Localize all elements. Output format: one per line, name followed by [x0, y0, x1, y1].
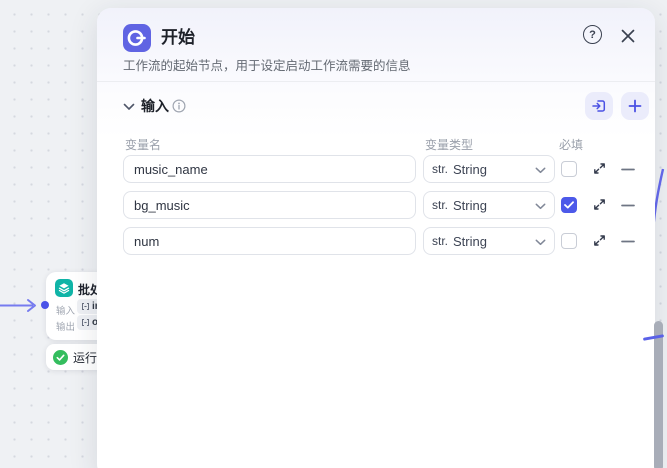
header-divider: [97, 81, 655, 82]
import-icon: [591, 98, 607, 114]
start-node-icon: [123, 24, 151, 52]
success-check-icon: [53, 350, 68, 365]
connection-edge-icon: [0, 296, 46, 316]
input-section-title: 输入: [141, 96, 169, 116]
add-variable-button[interactable]: [621, 92, 649, 120]
variable-name-input[interactable]: [123, 227, 416, 255]
required-checkbox[interactable]: [561, 197, 577, 213]
variable-type-select[interactable]: str. String: [423, 191, 555, 219]
variable-type-select[interactable]: str. String: [423, 227, 555, 255]
variable-row: str. String: [97, 191, 655, 219]
chevron-down-icon: [535, 239, 546, 246]
variable-name-input[interactable]: [123, 191, 416, 219]
column-header-type: 变量类型: [425, 136, 473, 153]
info-icon: [172, 99, 186, 113]
minus-icon: [621, 168, 635, 171]
variable-name-input[interactable]: [123, 155, 416, 183]
type-prefix: str.: [432, 198, 448, 212]
minus-icon: [621, 204, 635, 207]
column-header-required: 必填: [559, 136, 583, 153]
start-node-panel: 开始 ? 工作流的起始节点，用于设定启动工作流需要的信息 输入: [97, 8, 655, 468]
type-value: String: [453, 162, 487, 177]
type-value: String: [453, 234, 487, 249]
panel-title: 开始: [161, 25, 195, 51]
panel-description: 工作流的起始节点，用于设定启动工作流需要的信息: [123, 58, 411, 74]
variable-type-select[interactable]: str. String: [423, 155, 555, 183]
required-checkbox[interactable]: [561, 161, 577, 177]
minus-icon: [621, 240, 635, 243]
column-header-name: 变量名: [125, 136, 161, 153]
vertical-scrollbar[interactable]: [654, 321, 663, 468]
variable-row: str. String: [97, 155, 655, 183]
chevron-down-icon: [535, 167, 546, 174]
variable-icon: [81, 302, 90, 311]
node-input-port[interactable]: [41, 301, 49, 309]
expand-icon[interactable]: [593, 234, 606, 247]
help-icon[interactable]: ?: [583, 25, 602, 44]
batch-icon: [55, 279, 73, 297]
chevron-down-icon: [535, 203, 546, 210]
close-icon[interactable]: [620, 28, 636, 44]
remove-variable-button[interactable]: [621, 240, 635, 243]
type-prefix: str.: [432, 162, 448, 176]
node-input-label: 输入: [56, 303, 75, 317]
remove-variable-button[interactable]: [621, 168, 635, 171]
remove-variable-button[interactable]: [621, 204, 635, 207]
import-variables-button[interactable]: [585, 92, 613, 120]
variable-icon: [81, 318, 90, 327]
variable-row: str. String: [97, 227, 655, 255]
type-prefix: str.: [432, 234, 448, 248]
chevron-down-icon[interactable]: [123, 103, 135, 111]
expand-icon[interactable]: [593, 198, 606, 211]
required-checkbox[interactable]: [561, 233, 577, 249]
workflow-canvas: 批处理_ 输入 input 输出 output 运行成功: [0, 0, 667, 468]
expand-icon[interactable]: [593, 162, 606, 175]
plus-icon: [628, 99, 642, 113]
type-value: String: [453, 198, 487, 213]
node-output-label: 输出: [56, 319, 75, 333]
